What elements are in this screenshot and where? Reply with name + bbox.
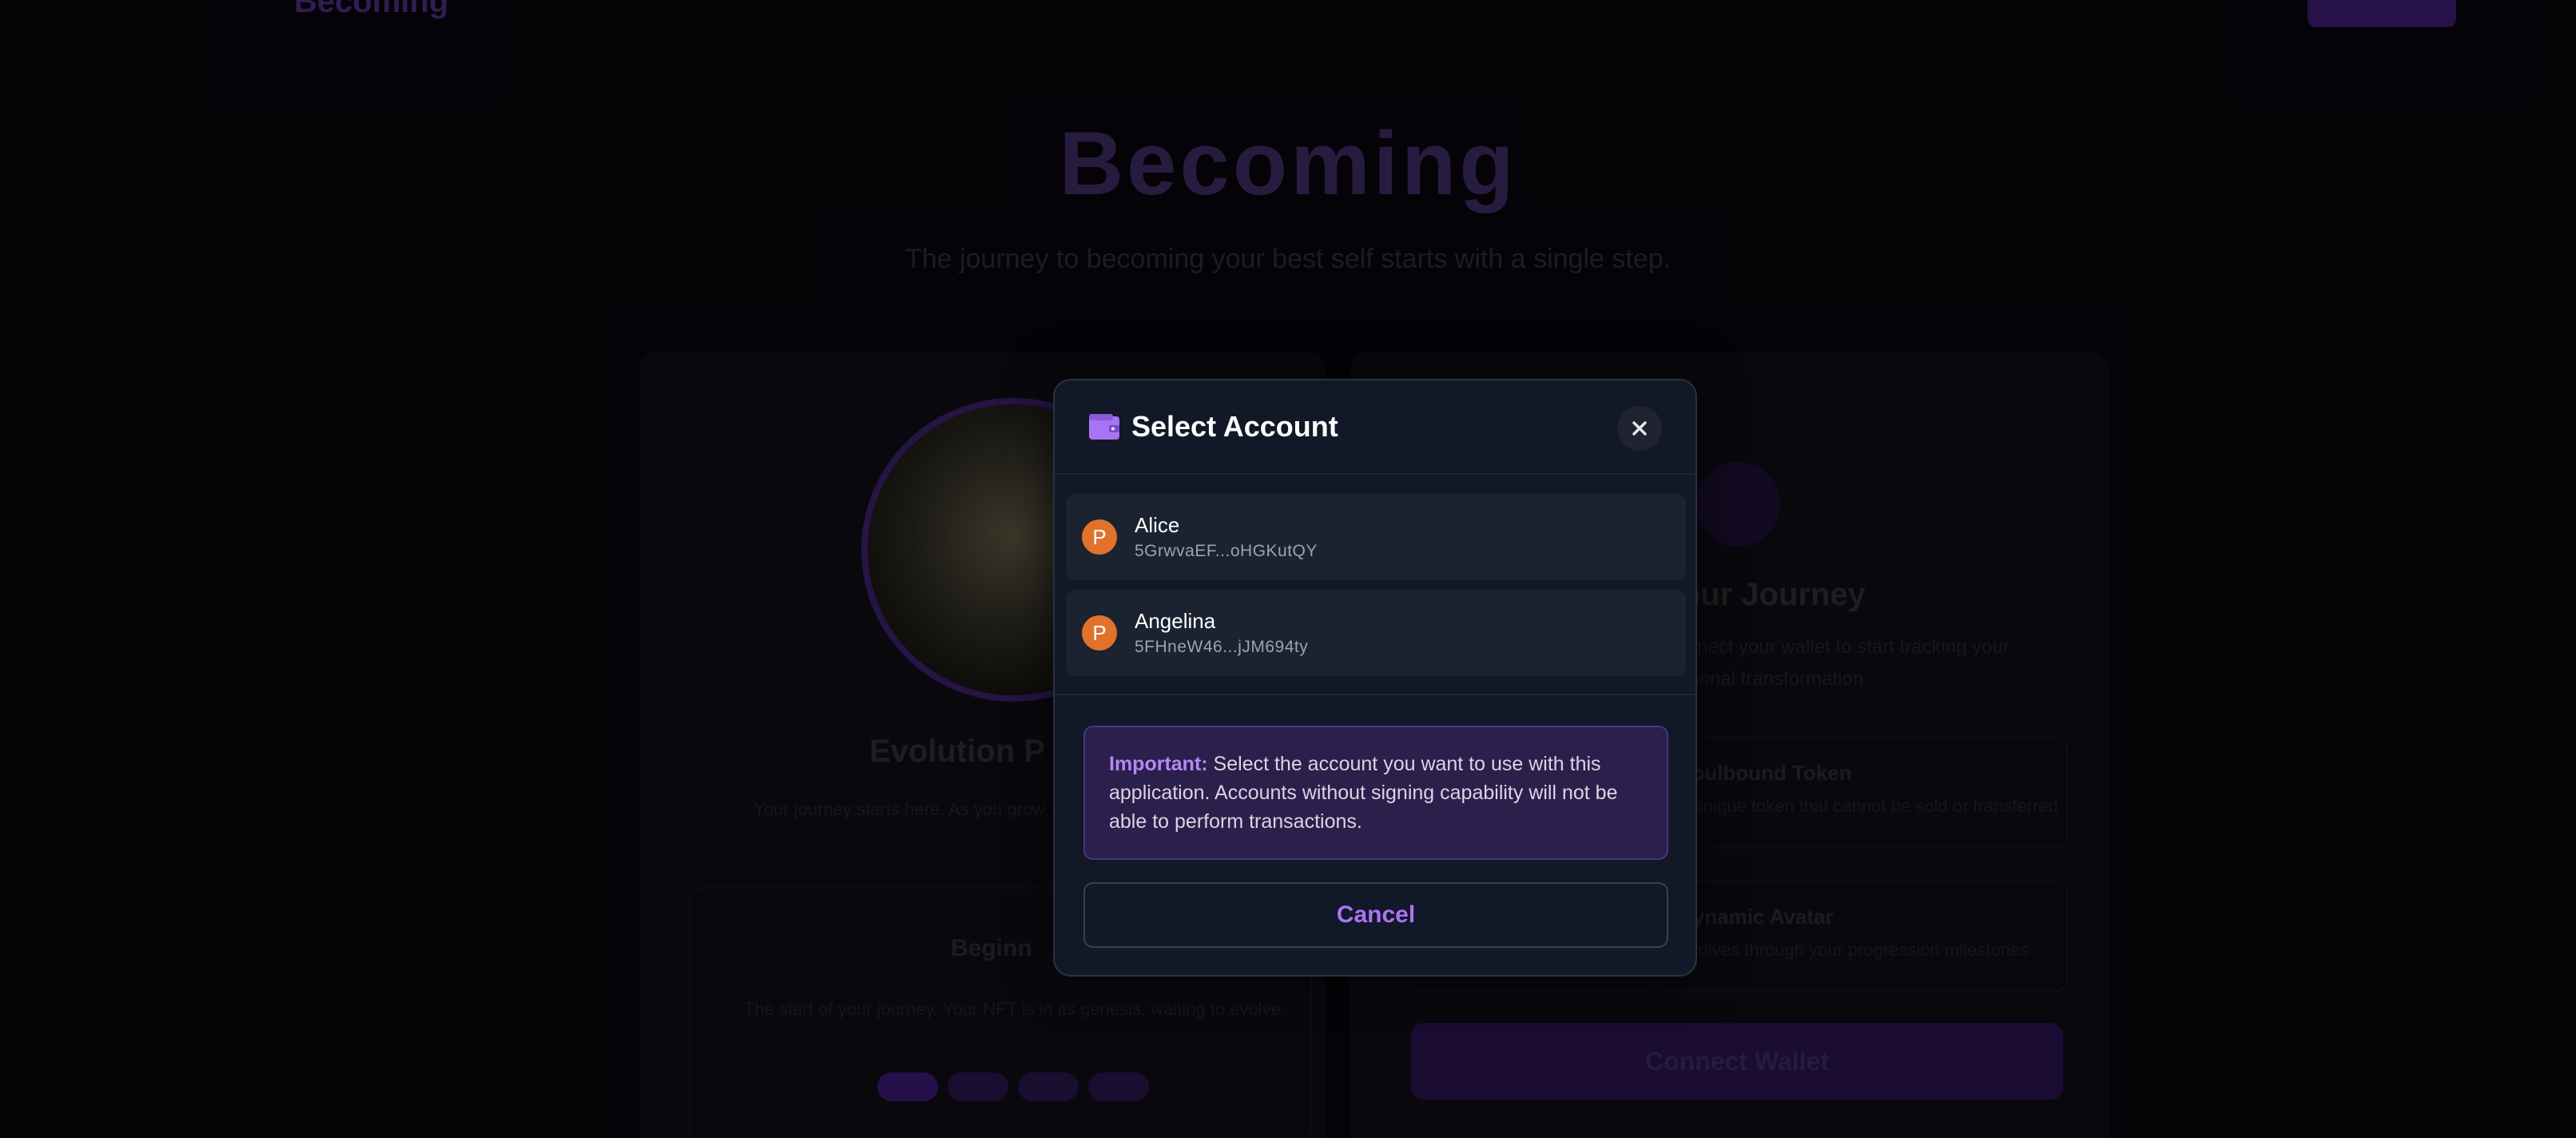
cancel-button[interactable]: Cancel — [1083, 882, 1668, 948]
account-name: Alice — [1135, 513, 1180, 537]
account-name: Angelina — [1135, 609, 1216, 633]
account-item-angelina[interactable]: P Angelina 5FHneW46...jJM694ty — [1066, 590, 1686, 676]
account-address: 5GrwvaEF...oHGKutQY — [1135, 542, 1318, 560]
account-avatar: P — [1082, 615, 1117, 651]
account-list: P Alice 5GrwvaEF...oHGKutQY P Angelina 5… — [1066, 494, 1686, 686]
notice-label: Important: — [1109, 753, 1208, 775]
select-account-modal: Select Account P Alice 5GrwvaEF...oHGKut… — [1053, 379, 1697, 977]
modal-divider — [1055, 694, 1695, 695]
account-avatar: P — [1082, 519, 1117, 555]
modal-title: Select Account — [1131, 410, 1338, 443]
account-item-alice[interactable]: P Alice 5GrwvaEF...oHGKutQY — [1066, 494, 1686, 580]
close-icon — [1632, 421, 1647, 436]
wallet-icon — [1089, 414, 1119, 440]
important-notice: Important: Select the account you want t… — [1083, 726, 1668, 860]
account-address: 5FHneW46...jJM694ty — [1135, 638, 1309, 656]
modal-header: Select Account — [1055, 380, 1695, 475]
close-button[interactable] — [1617, 406, 1662, 451]
